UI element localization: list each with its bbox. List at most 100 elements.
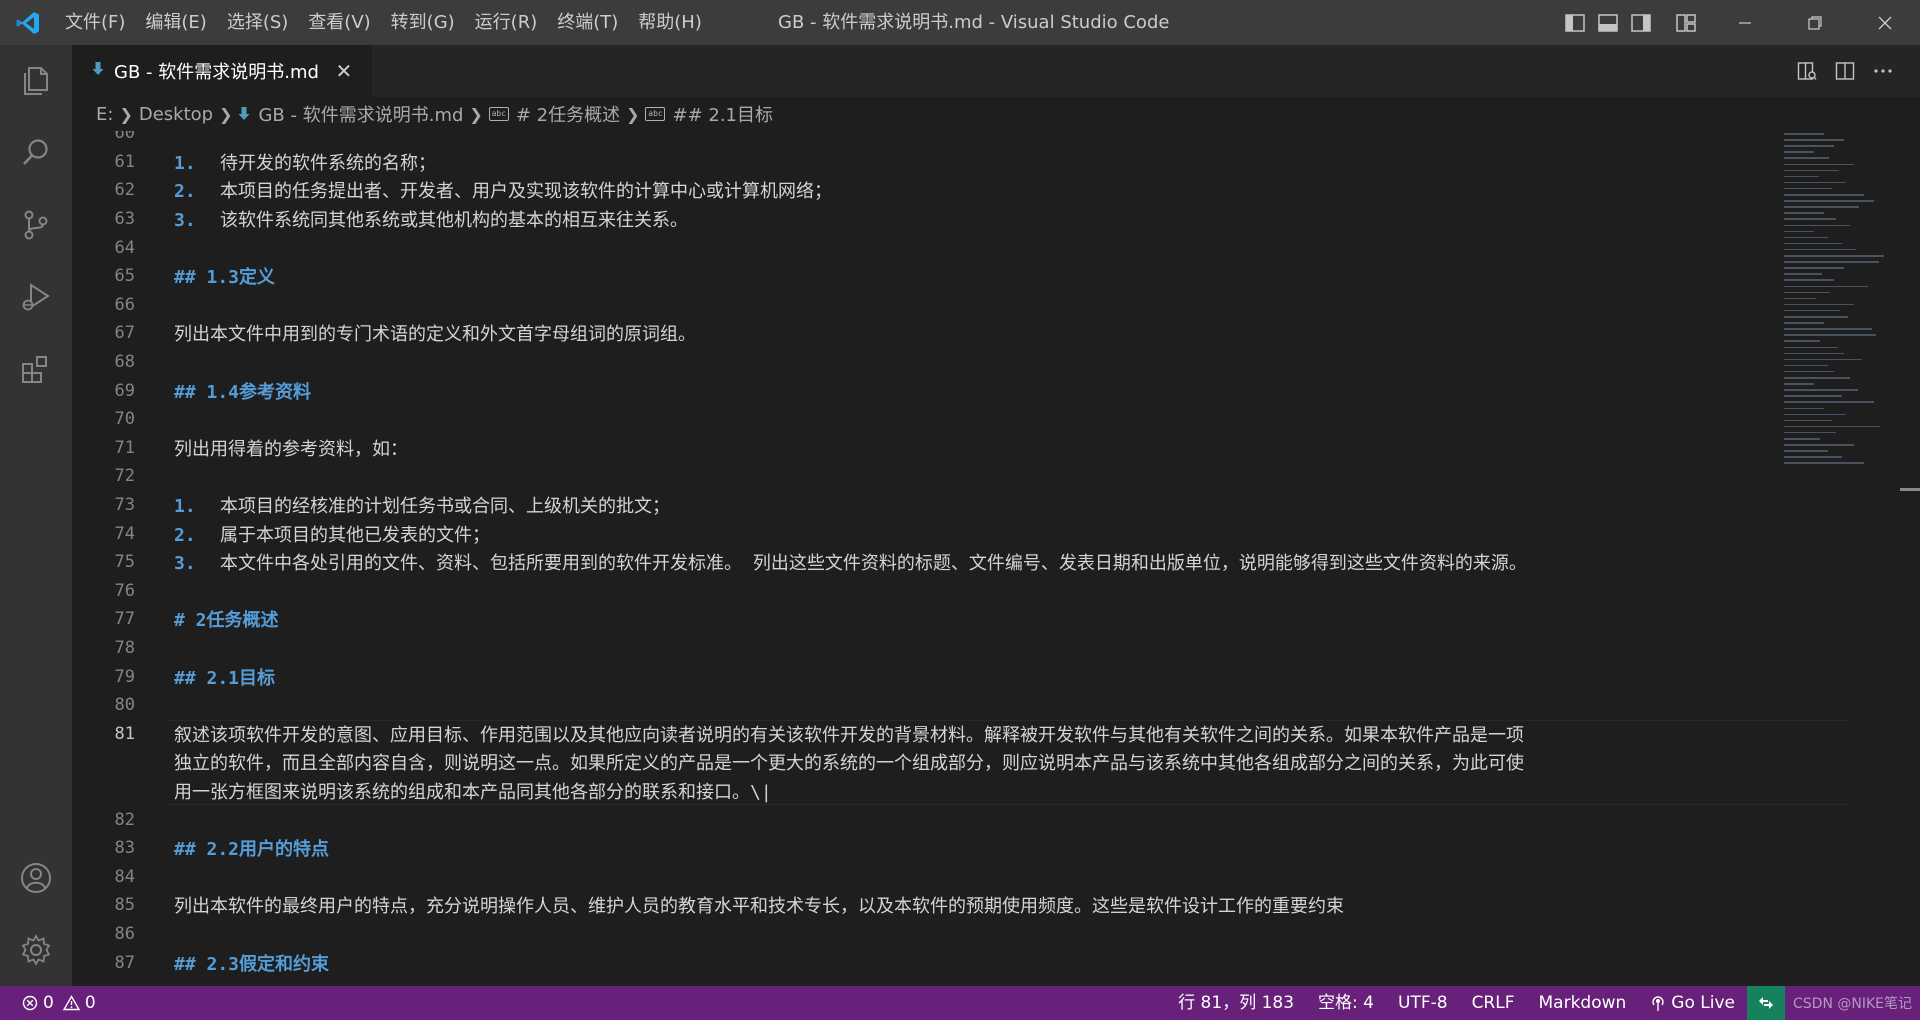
editor-line[interactable]: 80 (72, 691, 1772, 720)
markdown-heading: ## 2.3假定和约束 (174, 953, 330, 975)
minimap-line (1784, 236, 1828, 239)
editor-line[interactable]: 83 ## 2.2用户的特点 (72, 834, 1772, 863)
editor-line[interactable]: 72 (72, 462, 1772, 491)
toggle-primary-sidebar-icon[interactable] (1558, 0, 1591, 45)
menu-item-5[interactable]: 运行(R) (465, 0, 548, 45)
source-control-icon[interactable] (0, 189, 72, 261)
manage-gear-icon[interactable] (0, 914, 72, 986)
breadcrumb-section-1[interactable]: abc # 2任务概述 (488, 101, 620, 127)
error-count: 0 (43, 993, 54, 1013)
toggle-secondary-sidebar-icon[interactable] (1624, 0, 1657, 45)
indentation[interactable]: 空格: 4 (1306, 986, 1386, 1020)
line-content: ## 2.3假定和约束 (174, 950, 329, 976)
menu-item-1[interactable]: 编辑(E) (135, 0, 216, 45)
menu-item-6[interactable]: 终端(T) (547, 0, 628, 45)
minimap-line (1784, 340, 1820, 342)
editor-line[interactable]: 69 ## 1.4参考资料 (72, 376, 1772, 405)
restore-icon[interactable] (1780, 0, 1850, 45)
status-right: 行 81，列 183 空格: 4 UTF-8 CRLF Markdown Go … (1166, 986, 1920, 1020)
editor[interactable]: 60 61 1. 待开发的软件系统的名称； 62 2. 本项目的任务提出者、开发者、用户及实… (72, 131, 1920, 986)
tab-gb-srs[interactable]: GB - 软件需求说明书.md ✕ (72, 45, 372, 97)
broadcast-icon (1650, 994, 1666, 1012)
minimap-line (1784, 407, 1824, 409)
editor-line[interactable]: 64 (72, 233, 1772, 262)
menu-item-7[interactable]: 帮助(H) (628, 0, 712, 45)
remote-icon[interactable] (1747, 986, 1785, 1020)
editor-line[interactable]: 65 ## 1.3定义 (72, 262, 1772, 291)
editor-line[interactable]: 87 ## 2.3假定和约束 (72, 948, 1772, 977)
menu-item-0[interactable]: 文件(F) (55, 0, 135, 45)
tab-close-icon[interactable]: ✕ (333, 59, 355, 83)
line-content: ## 2.1目标 (174, 664, 275, 690)
editor-line[interactable]: 73 1. 本项目的经核准的计划任务书或合同、上级机关的批文； (72, 491, 1772, 520)
minimap[interactable] (1778, 131, 1898, 986)
editor-line[interactable]: 70 (72, 405, 1772, 434)
go-live-button[interactable]: Go Live (1638, 986, 1747, 1020)
minimap-line (1784, 334, 1876, 336)
minimap-line (1784, 261, 1879, 263)
menu-item-3[interactable]: 查看(V) (298, 0, 380, 45)
scrollbar-thumb[interactable] (1900, 488, 1920, 491)
menu-item-2[interactable]: 选择(S) (217, 0, 298, 45)
split-editor-icon[interactable] (1826, 45, 1864, 97)
editor-line[interactable]: 63 3. 该软件系统同其他系统或其他机构的基本的相互来往关系。 (72, 205, 1772, 234)
extensions-icon[interactable] (0, 333, 72, 405)
editor-line[interactable]: 84 (72, 863, 1772, 892)
open-preview-side-icon[interactable] (1788, 45, 1826, 97)
editor-line[interactable]: 77 # 2任务概述 (72, 605, 1772, 634)
list-marker: 3. (174, 210, 196, 232)
editor-line[interactable]: 66 (72, 291, 1772, 320)
editor-line[interactable]: 81 叙述该项软件开发的意图、应用目标、作用范围以及其他应向读者说明的有关该软件开… (72, 720, 1772, 749)
editor-line[interactable]: 75 3. 本文件中各处引用的文件、资料、包括所要用到的软件开发标准。 列出这些文件… (72, 548, 1772, 577)
editor-line[interactable]: 85 列出本软件的最终用户的特点，充分说明操作人员、维护人员的教育水平和技术专长，… (72, 891, 1772, 920)
menu-item-4[interactable]: 转到(G) (381, 0, 465, 45)
breadcrumb-folder[interactable]: Desktop (139, 104, 213, 125)
editor-line[interactable]: 76 (72, 577, 1772, 606)
breadcrumb-section-2[interactable]: abc ## 2.1目标 (645, 101, 773, 127)
explorer-icon[interactable] (0, 45, 72, 117)
line-number: 83 (114, 838, 135, 859)
editor-line[interactable]: 74 2. 属于本项目的其他已发表的文件； (72, 519, 1772, 548)
toggle-panel-icon[interactable] (1591, 0, 1624, 45)
editor-line[interactable]: 用一张方框图来说明该系统的组成和本产品同其他各部分的联系和接口。\| (72, 777, 1772, 806)
editor-actions (1788, 45, 1902, 97)
minimap-line (1784, 200, 1874, 202)
editor-line[interactable]: 78 (72, 634, 1772, 663)
editor-line[interactable]: 71 列出用得着的参考资料，如： (72, 434, 1772, 463)
menu-bar: 文件(F) 编辑(E) 选择(S) 查看(V) 转到(G) 运行(R) 终端(T) 帮助(H) (55, 0, 712, 45)
editor-line[interactable]: 独立的软件，而且全部内容自含，则说明这一点。如果所定义的产品是一个更大的系统的一… (72, 748, 1772, 777)
line-content: 叙述该项软件开发的意图、应用目标、作用范围以及其他应向读者说明的有关该软件开发的… (174, 721, 1524, 747)
line-number: 70 (114, 409, 135, 430)
editor-line[interactable]: 79 ## 2.1目标 (72, 662, 1772, 691)
run-debug-icon[interactable] (0, 261, 72, 333)
problems-indicator[interactable]: 0 0 (0, 986, 96, 1020)
close-window-icon[interactable] (1850, 0, 1920, 45)
line-number: 69 (114, 380, 135, 401)
more-actions-icon[interactable] (1864, 45, 1902, 97)
editor-line[interactable]: 61 1. 待开发的软件系统的名称； (72, 148, 1772, 177)
breadcrumb-drive[interactable]: E: (96, 104, 113, 125)
search-icon[interactable] (0, 117, 72, 189)
minimize-icon[interactable] (1710, 0, 1780, 45)
customize-layout-icon[interactable] (1669, 0, 1702, 45)
line-content: ## 2.2用户的特点 (174, 835, 329, 861)
line-text: 本文件中各处引用的文件、资料、包括所要用到的软件开发标准。 列出这些文件资料的标… (220, 553, 1527, 575)
language-mode[interactable]: Markdown (1527, 986, 1639, 1020)
line-text: 属于本项目的其他已发表的文件； (220, 524, 490, 546)
editor-line[interactable]: 68 (72, 348, 1772, 377)
markdown-heading: # 2任务概述 (174, 610, 279, 632)
cursor-position[interactable]: 行 81，列 183 (1166, 986, 1306, 1020)
editor-line[interactable]: 67 列出本文件中用到的专门术语的定义和外文首字母组词的原词组。 (72, 319, 1772, 348)
editor-line[interactable]: 82 (72, 805, 1772, 834)
encoding[interactable]: UTF-8 (1386, 986, 1460, 1020)
editor-line[interactable]: 62 2. 本项目的任务提出者、开发者、用户及实现该软件的计算中心或计算机网络； (72, 176, 1772, 205)
line-text: 叙述该项软件开发的意图、应用目标、作用范围以及其他应向读者说明的有关该软件开发的… (174, 724, 1524, 746)
accounts-icon[interactable] (0, 842, 72, 914)
line-number: 76 (114, 580, 135, 601)
end-of-line[interactable]: CRLF (1460, 986, 1527, 1020)
markdown-heading: ## 2.1目标 (174, 667, 276, 689)
editor-line[interactable]: 60 (72, 131, 1772, 148)
breadcrumb-file[interactable]: GB - 软件需求说明书.md (238, 101, 463, 127)
editor-line[interactable]: 86 (72, 920, 1772, 949)
line-content: 用一张方框图来说明该系统的组成和本产品同其他各部分的联系和接口。\| (174, 778, 772, 804)
